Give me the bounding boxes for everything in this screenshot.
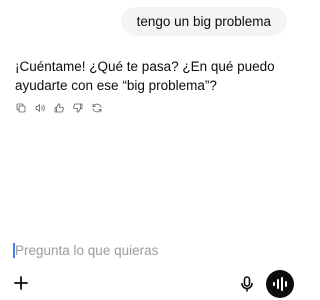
thumbs-down-icon	[72, 103, 82, 113]
dictate-button[interactable]	[240, 276, 254, 292]
voice-mode-icon	[273, 277, 287, 291]
prompt-input[interactable]	[15, 240, 255, 260]
attach-button[interactable]	[13, 275, 29, 291]
user-message-text: tengo un big problema	[136, 14, 271, 29]
regenerate-icon	[92, 103, 101, 112]
assistant-message: ¡Cuéntame! ¿Qué te pasa? ¿En qué puedo a…	[15, 59, 275, 93]
plus-icon	[14, 276, 28, 290]
thumbs-up-button[interactable]	[52, 101, 65, 114]
speaker-icon	[35, 103, 45, 112]
copy-icon	[16, 103, 25, 112]
microphone-icon	[241, 276, 253, 292]
thumbs-down-button[interactable]	[71, 101, 84, 114]
voice-mode-button[interactable]	[266, 270, 294, 298]
read-aloud-button[interactable]	[33, 101, 46, 114]
regenerate-button[interactable]	[90, 101, 103, 114]
thumbs-up-icon	[54, 102, 64, 112]
copy-button[interactable]	[14, 101, 27, 114]
message-actions	[14, 101, 103, 114]
user-message-bubble: tengo un big problema	[120, 7, 287, 36]
